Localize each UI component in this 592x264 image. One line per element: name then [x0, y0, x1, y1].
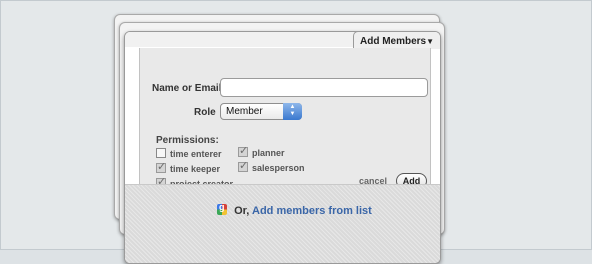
permission-label: planner [252, 148, 285, 158]
permission-label: salesperson [252, 163, 305, 173]
role-label: Role [194, 107, 216, 118]
add-members-from-list-link[interactable]: Add members from list [252, 205, 372, 217]
add-members-dialog: Add Members ▼ Name or Email Role Member … [124, 31, 441, 264]
dialog-body: Name or Email Role Member ▲ ▼ Permissions… [139, 48, 431, 189]
checkbox-unchecked-icon[interactable] [156, 148, 166, 158]
role-select-value: Member [226, 106, 263, 117]
permission-label: time enterer [170, 149, 222, 159]
permissions-title: Permissions: [156, 135, 219, 146]
checkbox-checked-icon[interactable] [238, 145, 248, 157]
add-members-tab[interactable]: Add Members ▼ [353, 32, 440, 49]
footer-prefix: Or, [234, 205, 250, 217]
name-or-email-input[interactable] [220, 78, 428, 97]
name-or-email-label: Name or Email [152, 83, 222, 94]
dialog-footer: Or, Add members from list [125, 184, 440, 263]
google-contacts-icon [217, 202, 227, 215]
checkbox-checked-icon[interactable] [156, 161, 166, 173]
select-arrows-icon[interactable]: ▲ ▼ [283, 103, 302, 120]
permission-label: time keeper [170, 164, 221, 174]
add-members-tab-label: Add Members [360, 36, 427, 47]
checkbox-checked-icon[interactable] [238, 160, 248, 172]
role-select[interactable]: Member ▲ ▼ [220, 103, 302, 120]
add-from-list-row: Or, Add members from list [217, 202, 372, 217]
